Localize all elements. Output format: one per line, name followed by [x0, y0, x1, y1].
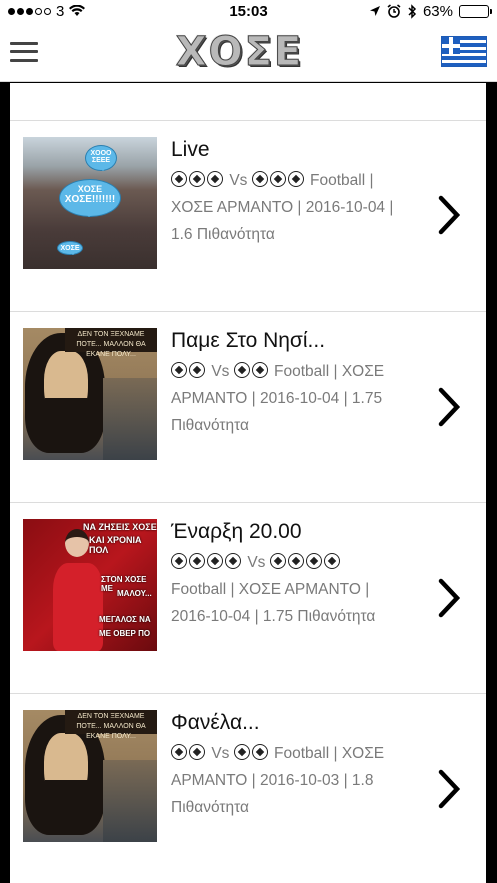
soccer-ball-icon [171, 362, 187, 378]
thumb-text: ΚΑΙ ΧΡΟΝΙΑ ΠΟΛ [89, 535, 142, 555]
soccer-ball-icon [207, 171, 223, 187]
item-title: Φανέλα... [171, 711, 260, 734]
vs-label: Vs [211, 363, 230, 380]
soccer-ball-icon [269, 171, 286, 187]
meta-line-1: Football | [310, 172, 374, 189]
home-balls-icons [171, 171, 225, 189]
item-meta: Vs Football | ΧΟΣΕ ΑΡΜΑΝΤΟ | 2016-10-04 … [171, 167, 431, 248]
list-top-spacer [10, 83, 486, 121]
soccer-ball-icon [233, 362, 250, 378]
match-list: ΧΟΣΕ ΧΟΣΕ!!!!!!! ΧΟΣΕ ΧΟΟΟ ΣΕΕΕ Live Vs … [10, 83, 486, 883]
thumb-text: ΧΟΣΕ [77, 184, 103, 194]
top-nav-bar: ΧΟΣΕ [0, 22, 497, 82]
meta-line-3: 1.6 Πιθανότητα [171, 226, 275, 243]
soccer-ball-icon [189, 171, 205, 187]
thumb-text: ΔΕΝ ΤΟΝ ΞΕΧΝΑΜΕ ΠΟΤΕ... ΜΑΛΛΟΝ ΘΑ ΕΚΑΝΕ … [65, 328, 157, 358]
soccer-ball-icon [233, 744, 250, 760]
soccer-ball-icon [251, 362, 268, 378]
list-item[interactable]: ΔΕΝ ΤΟΝ ΞΕΧΝΑΜΕ ΠΟΤΕ... ΜΑΛΛΟΝ ΘΑ ΕΚΑΝΕ … [10, 312, 486, 503]
thumbnail-image: ΔΕΝ ΤΟΝ ΞΕΧΝΑΜΕ ΠΟΤΕ... ΜΑΛΛΟΝ ΘΑ ΕΚΑΝΕ … [23, 328, 157, 460]
home-balls-icons [171, 362, 207, 380]
alarm-clock-icon [387, 4, 401, 18]
location-arrow-icon [369, 6, 380, 16]
soccer-ball-icon [269, 553, 286, 569]
vs-label: Vs [247, 554, 266, 571]
meta-line-2: ΑΡΜΑΝΤΟ | 2016-10-04 | 1.75 [171, 390, 383, 407]
chevron-right-icon[interactable] [438, 769, 460, 809]
thumbnail-image: ΔΕΝ ΤΟΝ ΞΕΧΝΑΜΕ ΠΟΤΕ... ΜΑΛΛΟΝ ΘΑ ΕΚΑΝΕ … [23, 710, 157, 842]
home-balls-icons [171, 553, 243, 571]
soccer-ball-icon [287, 553, 304, 569]
status-bar-right: 63% [329, 2, 492, 20]
item-title: Παμε Στο Νησί... [171, 329, 326, 352]
soccer-ball-icon [189, 744, 205, 760]
clock: 15:03 [229, 2, 268, 20]
item-meta: Vs Football | ΧΟΣΕ ΑΡΜΑΝΤΟ | 2016-10-04 … [171, 358, 431, 439]
soccer-ball-icon [251, 171, 268, 187]
status-bar-left: 3 [8, 3, 168, 20]
meta-line-2: ΧΟΣΕ ΑΡΜΑΝΤΟ | 2016-10-04 | [171, 199, 394, 216]
item-info: Έναρξη 20.00 Vs Football | ΧΟΣΕ ΑΡΜΑΝΤΟ … [171, 519, 431, 693]
greek-flag-icon[interactable] [441, 36, 487, 67]
soccer-ball-icon [323, 553, 340, 569]
list-item[interactable]: ΔΕΝ ΤΟΝ ΞΕΧΝΑΜΕ ΠΟΤΕ... ΜΑΛΛΟΝ ΘΑ ΕΚΑΝΕ … [10, 694, 486, 883]
chevron-right-icon[interactable] [438, 387, 460, 427]
meta-line-1: Football | ΧΟΣΕ [274, 745, 385, 762]
thumb-text: ΧΟΣΕ [57, 241, 83, 255]
chevron-right-icon[interactable] [438, 195, 460, 235]
item-meta: Vs Football | ΧΟΣΕ ΑΡΜΑΝΤΟ | 2016-10-04 … [171, 549, 431, 630]
chevron-right-icon[interactable] [438, 578, 460, 618]
status-bar: 3 15:03 63% [0, 0, 497, 22]
soccer-ball-icon [189, 553, 205, 569]
signal-strength-icon [8, 7, 51, 15]
soccer-ball-icon [225, 553, 241, 569]
soccer-ball-icon [171, 553, 187, 569]
meta-line-1: Football | ΧΟΣΕ [274, 363, 385, 380]
list-item[interactable]: ΧΟΣΕ ΧΟΣΕ!!!!!!! ΧΟΣΕ ΧΟΟΟ ΣΕΕΕ Live Vs … [10, 121, 486, 312]
wifi-icon [69, 5, 86, 17]
soccer-ball-icon [305, 553, 322, 569]
item-meta: Vs Football | ΧΟΣΕ ΑΡΜΑΝΤΟ | 2016-10-03 … [171, 740, 431, 821]
item-info: Φανέλα... Vs Football | ΧΟΣΕ ΑΡΜΑΝΤΟ | 2… [171, 710, 431, 883]
bluetooth-icon [408, 3, 417, 19]
vs-label: Vs [211, 745, 230, 762]
thumbnail-image: ΝΑ ΖΗΣΕΙΣ ΧΟΣΕ ΚΑΙ ΧΡΟΝΙΑ ΠΟΛ ΣΤΟΝ ΧΟΣΕ … [23, 519, 157, 651]
away-balls-icons [233, 362, 270, 380]
item-info: Live Vs Football | ΧΟΣΕ ΑΡΜΑΝΤΟ | 2016-1… [171, 137, 431, 311]
soccer-ball-icon [287, 171, 304, 187]
item-title: Έναρξη 20.00 [171, 520, 302, 543]
soccer-ball-icon [207, 553, 223, 569]
meta-line-2: ΑΡΜΑΝΤΟ | 2016-10-03 | 1.8 [171, 772, 374, 789]
thumb-text: ΧΟΟΟ ΣΕΕΕ [85, 145, 117, 171]
battery-icon [459, 4, 492, 18]
away-balls-icons [269, 553, 342, 571]
item-title: Live [171, 138, 210, 161]
list-item[interactable]: ΝΑ ΖΗΣΕΙΣ ΧΟΣΕ ΚΑΙ ΧΡΟΝΙΑ ΠΟΛ ΣΤΟΝ ΧΟΣΕ … [10, 503, 486, 694]
meta-line-3: Πιθανότητα [171, 799, 249, 816]
thumb-text: ΜΕ ΟΒΕΡ ΠΟ [99, 629, 151, 638]
away-balls-icons [251, 171, 306, 189]
thumbnail-image: ΧΟΣΕ ΧΟΣΕ!!!!!!! ΧΟΣΕ ΧΟΟΟ ΣΕΕΕ [23, 137, 157, 269]
thumb-text: ΔΕΝ ΤΟΝ ΞΕΧΝΑΜΕ ΠΟΤΕ... ΜΑΛΛΟΝ ΘΑ ΕΚΑΝΕ … [65, 710, 157, 740]
home-balls-icons [171, 744, 207, 762]
item-info: Παμε Στο Νησί... Vs Football | ΧΟΣΕ ΑΡΜΑ… [171, 328, 431, 502]
meta-line-3: 2016-10-04 | 1.75 Πιθανότητα [171, 608, 376, 625]
soccer-ball-icon [189, 362, 205, 378]
meta-line-2: Football | ΧΟΣΕ ΑΡΜΑΝΤΟ | [171, 581, 370, 598]
app-logo: ΧΟΣΕ [175, 28, 304, 75]
battery-percent: 63% [422, 2, 453, 20]
vs-label: Vs [229, 172, 248, 189]
soccer-ball-icon [251, 744, 268, 760]
carrier-label: 3 [56, 2, 65, 20]
thumb-text: ΝΑ ΖΗΣΕΙΣ ΧΟΣΕ [83, 522, 157, 532]
thumb-text: ΜΕΓΑΛΟΣ ΝΑ [99, 615, 151, 624]
soccer-ball-icon [171, 171, 187, 187]
away-balls-icons [233, 744, 270, 762]
thumb-text: ΜΑΛΟΥ... [117, 589, 152, 598]
soccer-ball-icon [171, 744, 187, 760]
thumb-text: ΧΟΣΕ!!!!!!! [64, 194, 116, 205]
meta-line-3: Πιθανότητα [171, 417, 249, 434]
hamburger-menu-icon[interactable] [10, 41, 38, 62]
